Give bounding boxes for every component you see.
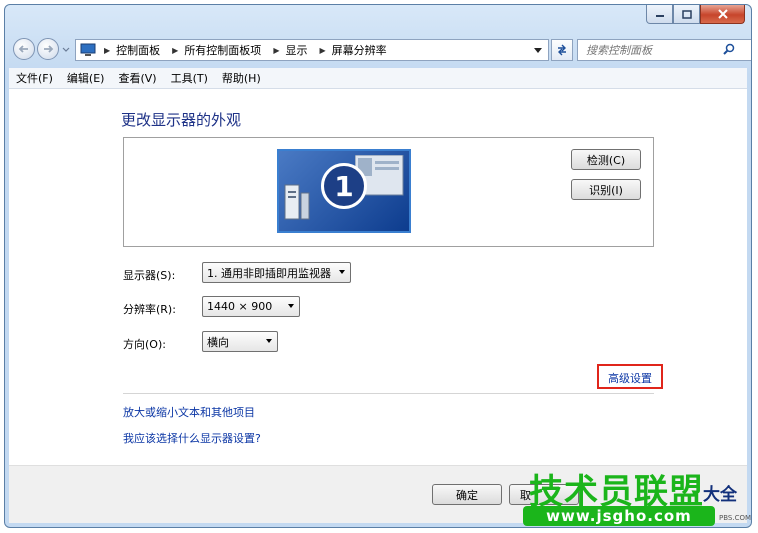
orientation-label: 方向(O): bbox=[123, 338, 166, 351]
forward-arrow-icon bbox=[44, 45, 54, 53]
page-title: 更改显示器的外观 bbox=[121, 111, 242, 129]
navigation-bar: ▶ 控制面板 ▶ 所有控制面板项 ▶ 显示 ▶ 屏幕分辨率 bbox=[13, 38, 751, 64]
close-icon bbox=[717, 9, 728, 19]
search-icon[interactable] bbox=[723, 43, 735, 55]
breadcrumb-all-items[interactable]: 所有控制面板项 bbox=[184, 42, 261, 58]
display-settings-help-link[interactable]: 我应该选择什么显示器设置? bbox=[123, 430, 261, 446]
menu-view[interactable]: 查看(V) bbox=[111, 70, 163, 86]
detect-button[interactable]: 检测(C) bbox=[571, 149, 641, 170]
breadcrumb-separator-icon: ▶ bbox=[172, 45, 179, 55]
control-panel-icon bbox=[80, 43, 96, 56]
monitor-1-thumbnail[interactable]: 1 bbox=[277, 149, 411, 233]
menu-file[interactable]: 文件(F) bbox=[9, 70, 60, 86]
tower-graphic-icon bbox=[284, 184, 310, 220]
display-select-value: 1. 通用非即插即用监视器 bbox=[207, 266, 331, 280]
dropdown-arrow-icon bbox=[288, 304, 294, 308]
display-select[interactable]: 1. 通用非即插即用监视器 bbox=[202, 262, 351, 283]
content-area: 更改显示器的外观 1 检测(C) 识别(I) 显示器(S): 1. 通用非即插即… bbox=[9, 89, 747, 523]
maximize-button[interactable] bbox=[673, 5, 700, 24]
monitor-preview-panel: 1 检测(C) 识别(I) bbox=[123, 137, 654, 247]
orientation-select[interactable]: 横向 bbox=[202, 331, 278, 352]
watermark-logo: 技术员联盟 大全 www.jsgho.com PBS.COM bbox=[523, 464, 755, 530]
ok-button[interactable]: 确定 bbox=[432, 484, 502, 505]
control-panel-window: ▶ 控制面板 ▶ 所有控制面板项 ▶ 显示 ▶ 屏幕分辨率 文件(F) 编辑(E… bbox=[4, 4, 752, 528]
menu-bar: 文件(F) 编辑(E) 查看(V) 工具(T) 帮助(H) bbox=[9, 68, 747, 89]
menu-edit[interactable]: 编辑(E) bbox=[60, 70, 112, 86]
address-bar[interactable]: ▶ 控制面板 ▶ 所有控制面板项 ▶ 显示 ▶ 屏幕分辨率 bbox=[75, 39, 549, 61]
menu-tools[interactable]: 工具(T) bbox=[164, 70, 215, 86]
forward-button[interactable] bbox=[37, 38, 59, 60]
watermark-url: www.jsgho.com bbox=[523, 506, 715, 526]
breadcrumb-separator-icon: ▶ bbox=[319, 45, 326, 55]
identify-button[interactable]: 识别(I) bbox=[571, 179, 641, 200]
orientation-select-value: 横向 bbox=[207, 335, 229, 349]
breadcrumb-control-panel[interactable]: 控制面板 bbox=[116, 42, 160, 58]
breadcrumb-display[interactable]: 显示 bbox=[285, 42, 307, 58]
divider bbox=[123, 393, 654, 394]
watermark-small-text: PBS.COM bbox=[719, 514, 752, 522]
recent-pages-chevron-icon[interactable] bbox=[62, 47, 70, 53]
breadcrumb-separator-icon: ▶ bbox=[273, 45, 280, 55]
back-arrow-icon bbox=[18, 45, 28, 53]
text-size-link[interactable]: 放大或缩小文本和其他项目 bbox=[123, 404, 255, 420]
dropdown-arrow-icon bbox=[339, 270, 345, 274]
title-bar bbox=[5, 5, 751, 35]
maximize-icon bbox=[681, 9, 692, 19]
resolution-select[interactable]: 1440 × 900 bbox=[202, 296, 300, 317]
back-button[interactable] bbox=[13, 38, 35, 60]
resolution-label: 分辨率(R): bbox=[123, 303, 176, 316]
menu-help[interactable]: 帮助(H) bbox=[215, 70, 268, 86]
minimize-button[interactable] bbox=[646, 5, 673, 24]
address-dropdown-icon[interactable] bbox=[534, 48, 542, 54]
watermark-side-text: 大全 bbox=[703, 485, 737, 505]
refresh-icon bbox=[558, 44, 566, 56]
breadcrumb-screen-resolution[interactable]: 屏幕分辨率 bbox=[332, 42, 387, 58]
minimize-icon bbox=[655, 15, 664, 17]
advanced-settings-link[interactable]: 高级设置 bbox=[608, 370, 652, 386]
breadcrumb-separator-icon: ▶ bbox=[104, 45, 111, 55]
dropdown-arrow-icon bbox=[266, 339, 272, 343]
resolution-select-value: 1440 × 900 bbox=[207, 300, 273, 313]
close-button[interactable] bbox=[700, 5, 745, 24]
monitor-number: 1 bbox=[321, 163, 367, 209]
refresh-button[interactable] bbox=[551, 39, 573, 61]
display-label: 显示器(S): bbox=[123, 269, 176, 282]
window-controls bbox=[646, 5, 745, 24]
